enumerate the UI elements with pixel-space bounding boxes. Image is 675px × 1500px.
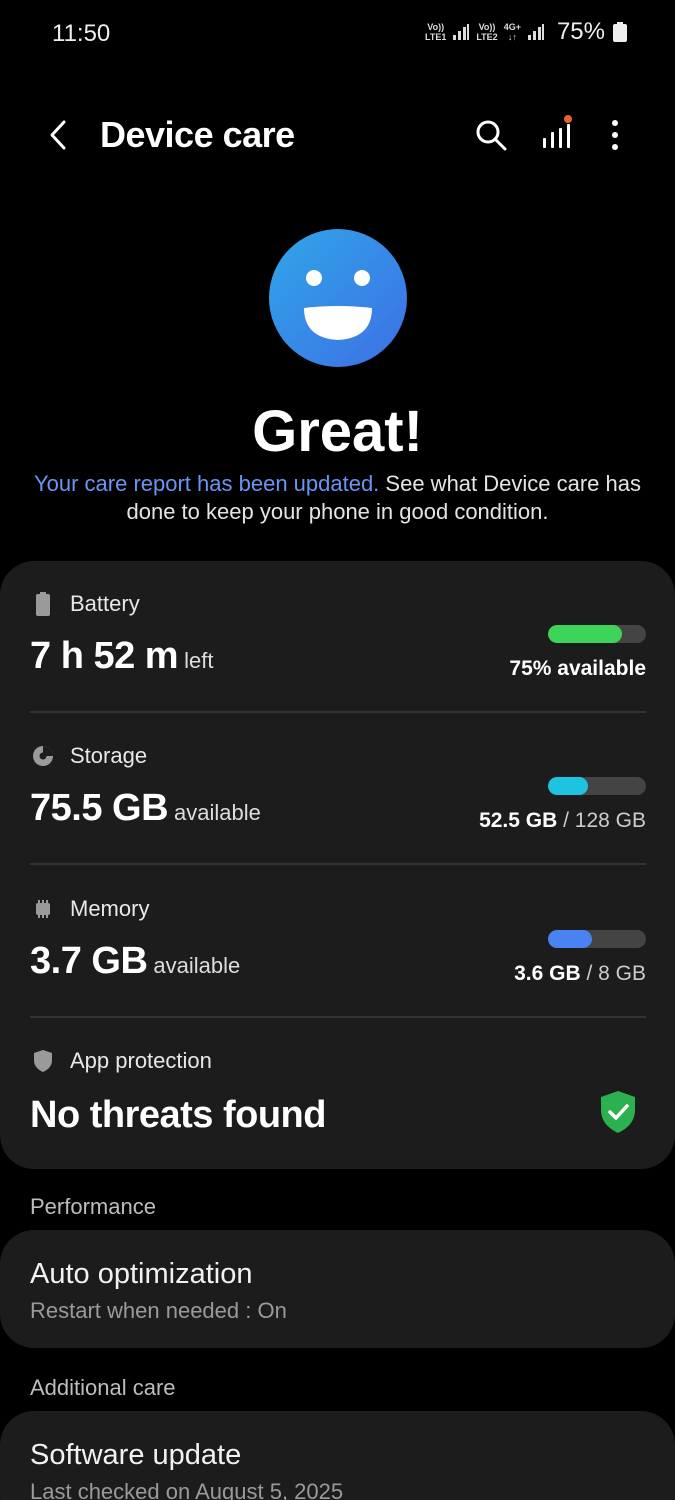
battery-label: Battery — [70, 591, 140, 616]
happy-face-icon — [269, 229, 407, 367]
sim2-vo-text: Vo)) — [478, 22, 496, 32]
battery-level-bar — [548, 625, 646, 643]
battery-row[interactable]: Battery 7 h 52 m left 75% available — [30, 589, 646, 713]
back-arrow-icon[interactable] — [42, 118, 76, 152]
software-update-title: Software update — [30, 1439, 242, 1471]
page-title: Device care — [100, 114, 295, 155]
storage-used: 52.5 GB — [479, 809, 558, 832]
additional-care-section-title: Additional care — [30, 1375, 176, 1400]
signal-icon — [453, 24, 470, 40]
storage-level-bar — [548, 777, 646, 795]
auto-optimization-title: Auto optimization — [30, 1258, 253, 1290]
shield-icon — [30, 1048, 56, 1074]
sim1-volte-label: Vo)) LTE1 — [425, 22, 446, 42]
status-time: 11:50 — [52, 20, 111, 47]
performance-section-title: Performance — [30, 1194, 156, 1219]
battery-available-text: 75% available — [509, 657, 646, 680]
signal-icon — [527, 24, 544, 40]
device-status-card: Battery 7 h 52 m left 75% available Stor… — [0, 561, 675, 1169]
sim1-vo-text: Vo)) — [427, 22, 445, 32]
storage-usage: 52.5 GB / 128 GB — [479, 809, 646, 833]
memory-level-fill — [548, 930, 593, 948]
app-header: Device care — [0, 96, 675, 176]
status-icons: Vo)) LTE1 Vo)) LTE2 4G+ ↓↑ 75% — [425, 18, 627, 46]
memory-label: Memory — [70, 896, 150, 921]
protection-status: No threats found — [30, 1094, 326, 1136]
memory-available-value: 3.7 GB — [30, 940, 148, 982]
storage-suffix: available — [174, 800, 261, 825]
memory-used: 3.6 GB — [514, 962, 581, 985]
auto-optimization-item[interactable]: Auto optimization Restart when needed : … — [0, 1230, 675, 1348]
storage-available-value: 75.5 GB — [30, 787, 169, 829]
memory-row[interactable]: Memory 3.7 GB available 3.6 GB / 8 GB — [30, 894, 646, 1018]
care-report-link[interactable]: Your care report has been updated. — [34, 471, 379, 496]
status-bar: 11:50 Vo)) LTE1 Vo)) LTE2 4G+ ↓↑ 75% — [0, 0, 675, 66]
memory-suffix: available — [153, 953, 241, 978]
battery-available: 75% available — [509, 657, 646, 681]
search-icon[interactable] — [474, 118, 508, 152]
battery-time-left: 7 h 52 m — [30, 635, 179, 677]
battery-level-fill — [548, 625, 622, 643]
report-stats-icon[interactable] — [540, 114, 574, 152]
care-report-description: Your care report has been updated. See w… — [30, 470, 645, 526]
app-protection-label: App protection — [70, 1048, 212, 1073]
shield-check-icon — [601, 1091, 635, 1133]
network-type-text: 4G+ — [503, 22, 521, 32]
more-options-icon[interactable] — [604, 118, 626, 152]
storage-row[interactable]: Storage 75.5 GB available 52.5 GB / 128 … — [30, 741, 646, 865]
network-type-label: 4G+ ↓↑ — [504, 22, 521, 42]
divider — [30, 711, 646, 713]
software-update-subtitle: Last checked on August 5, 2025 — [30, 1479, 344, 1500]
memory-total: / 8 GB — [580, 962, 646, 985]
battery-icon — [30, 591, 56, 617]
storage-label: Storage — [70, 743, 148, 768]
auto-optimization-subtitle: Restart when needed : On — [30, 1298, 287, 1323]
sim1-lte-text: LTE1 — [425, 32, 447, 42]
storage-level-fill — [548, 777, 589, 795]
status-headline: Great! — [252, 399, 423, 464]
app-protection-row[interactable]: App protection No threats found — [30, 1046, 646, 1146]
pie-chart-icon — [30, 743, 56, 769]
data-arrows-icon: ↓↑ — [507, 32, 517, 42]
memory-level-bar — [548, 930, 646, 948]
divider — [30, 1016, 646, 1018]
battery-suffix: left — [184, 648, 214, 673]
memory-usage: 3.6 GB / 8 GB — [514, 962, 646, 986]
sim2-volte-label: Vo)) LTE2 — [476, 22, 497, 42]
divider — [30, 863, 646, 865]
battery-percent: 75% — [556, 18, 605, 45]
memory-chip-icon — [30, 896, 56, 922]
storage-total: / 128 GB — [557, 809, 646, 832]
software-update-item[interactable]: Software update Last checked on August 5… — [0, 1411, 675, 1500]
battery-icon — [613, 22, 627, 42]
sim2-lte-text: LTE2 — [476, 32, 498, 42]
